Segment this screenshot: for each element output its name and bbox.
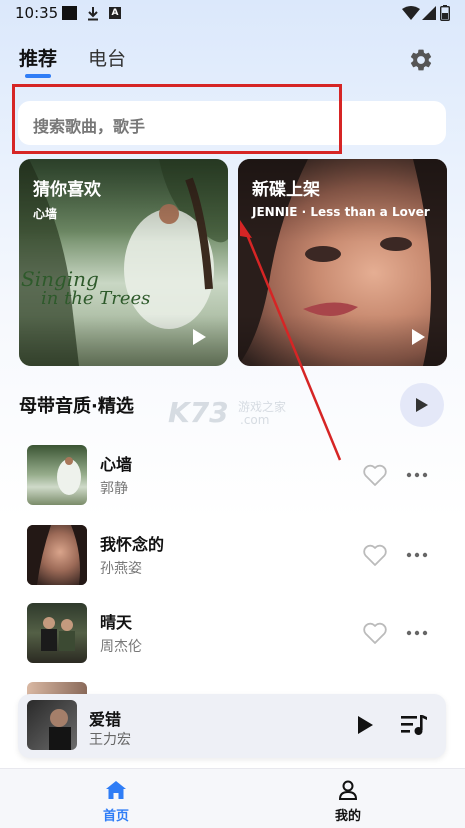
a-badge-icon: A bbox=[109, 7, 121, 19]
card-new-albums[interactable]: 新碟上架 JENNIE · Less than a Lover bbox=[238, 159, 447, 366]
top-tabs: 推荐 电台 bbox=[0, 40, 465, 80]
tab-radio[interactable]: 电台 bbox=[88, 44, 126, 71]
song-title: 我怀念的 bbox=[100, 535, 165, 554]
bottom-nav: 首页 我的 bbox=[0, 768, 465, 828]
play-icon[interactable] bbox=[409, 328, 427, 346]
heart-icon[interactable] bbox=[362, 543, 388, 567]
play-icon[interactable] bbox=[356, 715, 374, 735]
card-title: 猜你喜欢 bbox=[33, 180, 101, 200]
search-bar[interactable]: 搜索歌曲，歌手 bbox=[18, 101, 446, 145]
user-icon bbox=[338, 780, 358, 800]
song-cover bbox=[27, 603, 87, 663]
portrait-artwork bbox=[49, 709, 71, 750]
more-options-icon[interactable] bbox=[406, 551, 428, 559]
song-row[interactable]: 心墙 郭静 bbox=[0, 445, 465, 515]
album-art-title-line2: in the Trees bbox=[41, 288, 151, 309]
active-tab-indicator bbox=[25, 74, 51, 78]
figures-artwork bbox=[41, 617, 75, 651]
song-title: 心墙 bbox=[100, 455, 133, 474]
nav-mine-label: 我的 bbox=[334, 809, 361, 824]
card-guess-you-like[interactable]: 猜你喜欢 心墙 Singing in the Trees bbox=[19, 159, 228, 366]
song-artist: 郭静 bbox=[100, 481, 128, 497]
play-all-button[interactable] bbox=[400, 383, 444, 427]
more-options-icon[interactable] bbox=[406, 629, 428, 637]
battery-icon bbox=[440, 5, 450, 21]
more-options-icon[interactable] bbox=[406, 471, 428, 479]
nav-home[interactable]: 首页 bbox=[86, 779, 146, 824]
playlist-icon[interactable] bbox=[401, 714, 427, 736]
notification-square-icon bbox=[62, 6, 77, 20]
nav-home-label: 首页 bbox=[102, 809, 129, 824]
album-art-title: Singing in the Trees bbox=[21, 269, 150, 309]
play-icon[interactable] bbox=[190, 328, 208, 346]
mini-player[interactable]: 爱错 王力宏 bbox=[18, 694, 446, 758]
song-row[interactable]: 晴天 周杰伦 bbox=[0, 603, 465, 673]
album-art-title-line1: Singing bbox=[21, 267, 99, 291]
section-title: 母带音质·精选 bbox=[19, 396, 134, 417]
heart-icon[interactable] bbox=[362, 463, 388, 487]
tree-artwork bbox=[57, 457, 81, 495]
home-icon bbox=[106, 781, 126, 799]
song-artist: 周杰伦 bbox=[100, 639, 142, 655]
now-playing-title: 爱错 bbox=[89, 710, 122, 729]
now-playing-cover bbox=[27, 700, 77, 750]
now-playing-artist: 王力宏 bbox=[89, 732, 131, 748]
heart-icon[interactable] bbox=[362, 621, 388, 645]
watermark-brand: K73 bbox=[168, 396, 229, 429]
song-row[interactable]: 我怀念的 孙燕姿 bbox=[0, 525, 465, 595]
download-icon bbox=[88, 7, 98, 21]
nav-mine[interactable]: 我的 bbox=[318, 779, 378, 824]
search-placeholder: 搜索歌曲，歌手 bbox=[33, 117, 146, 136]
card-subtitle: 心墙 bbox=[33, 207, 58, 221]
song-title: 晴天 bbox=[100, 613, 133, 632]
music-app-screen: 10:35 A 推荐 电台 搜索歌曲，歌手 猜你喜欢 心墙 Singing in… bbox=[0, 0, 465, 828]
wifi-icon bbox=[402, 6, 420, 20]
play-icon bbox=[416, 398, 428, 412]
song-artist: 孙燕姿 bbox=[100, 561, 142, 577]
signal-icon bbox=[422, 6, 436, 20]
song-cover bbox=[27, 445, 87, 505]
card-title: 新碟上架 bbox=[252, 180, 320, 200]
watermark-logo: K73 游戏之家 .com bbox=[168, 396, 298, 432]
tab-recommend[interactable]: 推荐 bbox=[19, 44, 57, 71]
song-cover bbox=[27, 525, 87, 585]
status-time: 10:35 bbox=[15, 4, 59, 22]
status-bar: 10:35 A bbox=[0, 0, 465, 28]
settings-gear-icon[interactable] bbox=[408, 47, 434, 73]
portrait-artwork bbox=[27, 525, 87, 585]
card-subtitle: JENNIE · Less than a Lover bbox=[252, 205, 430, 219]
watermark-domain: .com bbox=[240, 413, 270, 427]
